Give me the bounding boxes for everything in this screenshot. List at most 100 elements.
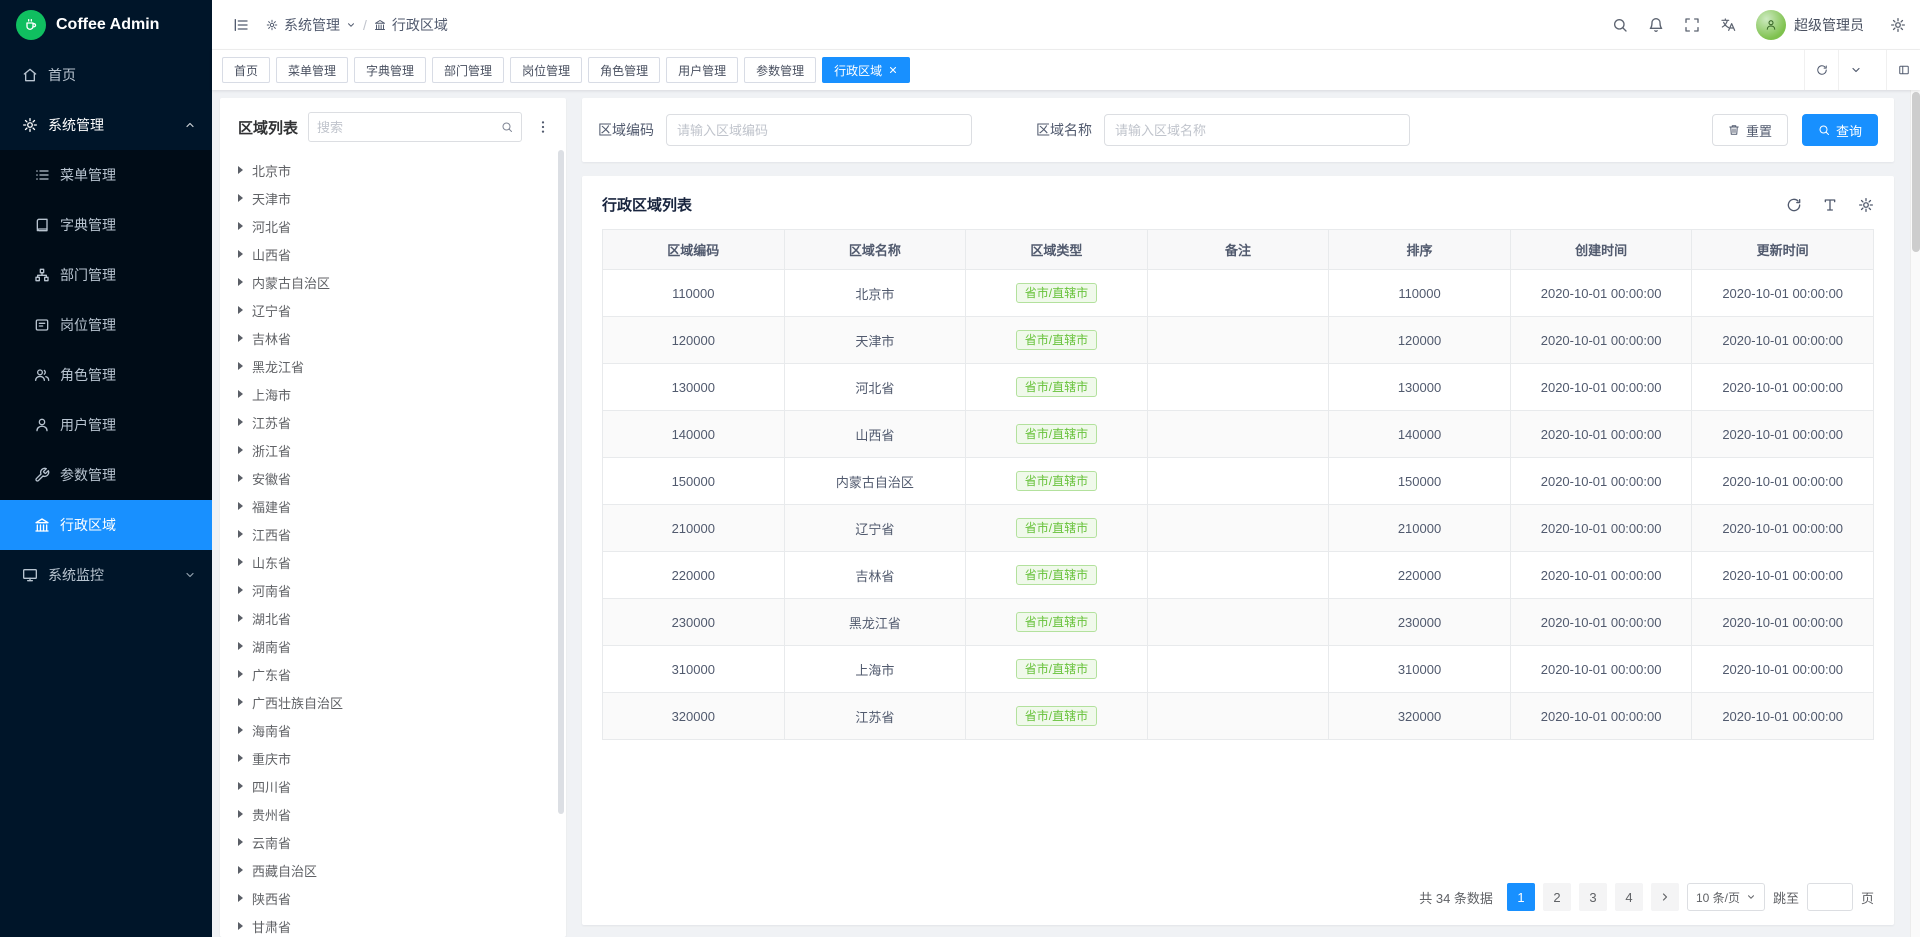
next-page-button[interactable] (1651, 883, 1679, 911)
tree-item[interactable]: 辽宁省 (220, 296, 566, 324)
expand-arrow-icon[interactable] (238, 502, 243, 510)
search-icon[interactable] (1612, 17, 1628, 33)
region-name-input[interactable] (1104, 114, 1410, 146)
page-button-1[interactable]: 1 (1507, 883, 1535, 911)
sidebar-item-region[interactable]: 行政区域 (0, 500, 212, 550)
tab-post-mgmt[interactable]: 岗位管理 (510, 57, 582, 83)
expand-arrow-icon[interactable] (238, 334, 243, 342)
tree-item[interactable]: 福建省 (220, 492, 566, 520)
tree-search-input[interactable] (309, 120, 493, 135)
tree-item[interactable]: 河南省 (220, 576, 566, 604)
page-size-select[interactable]: 10 条/页 (1687, 883, 1765, 911)
tab-param-mgmt[interactable]: 参数管理 (744, 57, 816, 83)
expand-arrow-icon[interactable] (238, 838, 243, 846)
tab-options-button[interactable] (1838, 50, 1872, 90)
translate-icon[interactable] (1720, 17, 1736, 33)
tree-item[interactable]: 四川省 (220, 772, 566, 800)
expand-arrow-icon[interactable] (238, 642, 243, 650)
expand-arrow-icon[interactable] (238, 166, 243, 174)
user-menu[interactable]: 超级管理员 (1756, 10, 1864, 40)
expand-arrow-icon[interactable] (238, 362, 243, 370)
tree-item[interactable]: 安徽省 (220, 464, 566, 492)
tree-item[interactable]: 湖南省 (220, 632, 566, 660)
expand-arrow-icon[interactable] (238, 390, 243, 398)
tree-more-button[interactable] (532, 119, 554, 135)
tree-item[interactable]: 山西省 (220, 240, 566, 268)
tab-dept-mgmt[interactable]: 部门管理 (432, 57, 504, 83)
page-scrollbar-thumb[interactable] (1912, 92, 1920, 252)
tree-item[interactable]: 甘肃省 (220, 912, 566, 937)
bell-icon[interactable] (1648, 17, 1664, 33)
tree-search-button[interactable] (493, 113, 521, 141)
breadcrumb-system-mgmt[interactable]: 系统管理 (266, 15, 356, 35)
expand-arrow-icon[interactable] (238, 810, 243, 818)
sidebar-item-role-mgmt[interactable]: 角色管理 (0, 350, 212, 400)
expand-arrow-icon[interactable] (238, 474, 243, 482)
sidebar-item-system-monitor[interactable]: 系统监控 (0, 550, 212, 600)
tab-home[interactable]: 首页 (222, 57, 270, 83)
tree-item[interactable]: 浙江省 (220, 436, 566, 464)
expand-arrow-icon[interactable] (238, 754, 243, 762)
collapse-sidebar-button[interactable] (224, 0, 258, 50)
tree-item[interactable]: 吉林省 (220, 324, 566, 352)
sidebar-item-system-mgmt[interactable]: 系统管理 (0, 100, 212, 150)
expand-arrow-icon[interactable] (238, 698, 243, 706)
tab-role-mgmt[interactable]: 角色管理 (588, 57, 660, 83)
expand-arrow-icon[interactable] (238, 922, 243, 930)
tab-menu-mgmt[interactable]: 菜单管理 (276, 57, 348, 83)
tree-item[interactable]: 上海市 (220, 380, 566, 408)
tree-item[interactable]: 云南省 (220, 828, 566, 856)
expand-arrow-icon[interactable] (238, 222, 243, 230)
breadcrumb-region[interactable]: 行政区域 (374, 15, 448, 35)
tree-item[interactable]: 北京市 (220, 156, 566, 184)
tree-item[interactable]: 江西省 (220, 520, 566, 548)
tree-item[interactable]: 广东省 (220, 660, 566, 688)
sidebar-item-post-mgmt[interactable]: 岗位管理 (0, 300, 212, 350)
expand-arrow-icon[interactable] (238, 558, 243, 566)
tab-user-mgmt[interactable]: 用户管理 (666, 57, 738, 83)
tree-item[interactable]: 天津市 (220, 184, 566, 212)
expand-arrow-icon[interactable] (238, 530, 243, 538)
tree-item[interactable]: 陕西省 (220, 884, 566, 912)
page-button-4[interactable]: 4 (1615, 883, 1643, 911)
refresh-tab-button[interactable] (1804, 50, 1838, 90)
tab-dict-mgmt[interactable]: 字典管理 (354, 57, 426, 83)
expand-arrow-icon[interactable] (238, 614, 243, 622)
app-logo[interactable]: Coffee Admin (0, 0, 212, 50)
tab-close-icon[interactable] (888, 65, 898, 75)
tree-item[interactable]: 海南省 (220, 716, 566, 744)
sidebar-item-menu-mgmt[interactable]: 菜单管理 (0, 150, 212, 200)
query-button[interactable]: 查询 (1802, 114, 1878, 146)
tree-scrollbar-thumb[interactable] (558, 150, 564, 814)
tree-item[interactable]: 广西壮族自治区 (220, 688, 566, 716)
tree-item[interactable]: 西藏自治区 (220, 856, 566, 884)
tree-item[interactable]: 湖北省 (220, 604, 566, 632)
sidebar-item-dict-mgmt[interactable]: 字典管理 (0, 200, 212, 250)
page-button-2[interactable]: 2 (1543, 883, 1571, 911)
expand-arrow-icon[interactable] (238, 278, 243, 286)
tree-item[interactable]: 河北省 (220, 212, 566, 240)
layout-toggle-button[interactable] (1886, 50, 1920, 90)
expand-arrow-icon[interactable] (238, 586, 243, 594)
fullscreen-icon[interactable] (1684, 17, 1700, 33)
tree-item[interactable]: 黑龙江省 (220, 352, 566, 380)
expand-arrow-icon[interactable] (238, 866, 243, 874)
page-button-3[interactable]: 3 (1579, 883, 1607, 911)
expand-arrow-icon[interactable] (238, 418, 243, 426)
jump-page-input[interactable] (1807, 883, 1853, 911)
tree-item[interactable]: 重庆市 (220, 744, 566, 772)
font-size-icon[interactable] (1822, 197, 1838, 213)
expand-arrow-icon[interactable] (238, 306, 243, 314)
settings-gear-icon[interactable] (1890, 17, 1906, 33)
tab-region[interactable]: 行政区域 (822, 57, 910, 83)
column-settings-gear-icon[interactable] (1858, 197, 1874, 213)
expand-arrow-icon[interactable] (238, 194, 243, 202)
expand-arrow-icon[interactable] (238, 446, 243, 454)
expand-arrow-icon[interactable] (238, 726, 243, 734)
tree-item[interactable]: 贵州省 (220, 800, 566, 828)
sidebar-item-home[interactable]: 首页 (0, 50, 212, 100)
expand-arrow-icon[interactable] (238, 250, 243, 258)
refresh-icon[interactable] (1786, 197, 1802, 213)
tree-item[interactable]: 江苏省 (220, 408, 566, 436)
tree-item[interactable]: 内蒙古自治区 (220, 268, 566, 296)
